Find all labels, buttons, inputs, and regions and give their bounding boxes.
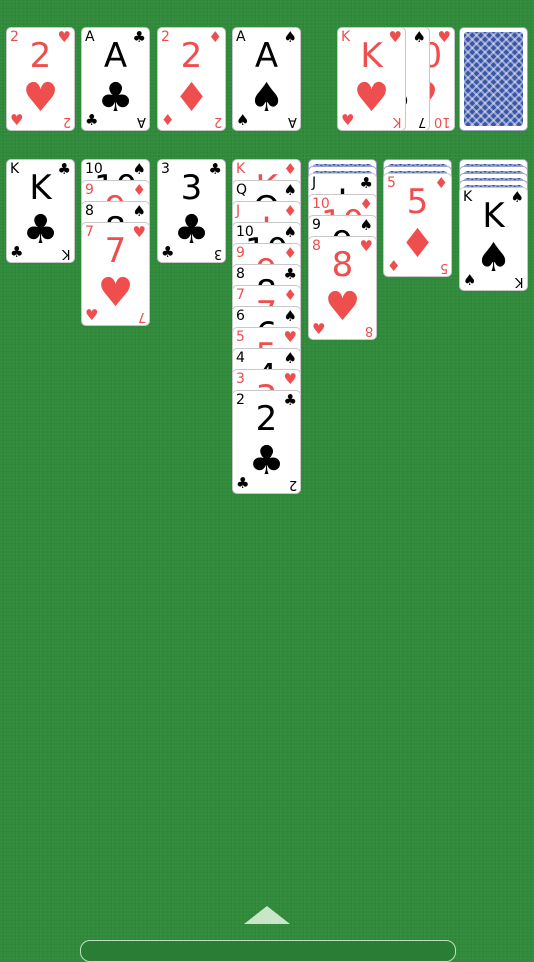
- card-suit-bottom: ♥: [10, 111, 24, 129]
- card-rank-center: 2: [180, 36, 203, 76]
- foundation-pile-1[interactable]: 2 ♥ 2 ♥ ♥ 2: [6, 27, 75, 131]
- card-suit-bottom: ♥: [341, 111, 355, 129]
- card-rank-bottom: 2: [213, 114, 222, 129]
- card-rank-bottom: 3: [213, 246, 222, 261]
- stock-pile[interactable]: [459, 27, 528, 131]
- tableau-card[interactable]: 3 ♣ 3 ♣ ♣ 3: [157, 159, 226, 263]
- card-rank-center: K: [29, 168, 52, 208]
- card-rank-center: 2: [255, 399, 278, 439]
- waste-card[interactable]: K ♥ K ♥ ♥ K: [337, 27, 406, 131]
- card-rank-bottom: K: [393, 114, 402, 129]
- card-rank-center: 8: [331, 245, 354, 285]
- card-suit-bottom: ♣: [236, 474, 250, 492]
- card-suit-bottom: ♦: [161, 111, 175, 129]
- tableau-card[interactable]: 2 ♣ 2 ♣ ♣ 2: [232, 390, 301, 494]
- tableau-card[interactable]: 7 ♥ 7 ♥ ♥ 7: [81, 222, 150, 326]
- card-suit-bottom: ♣: [161, 243, 175, 261]
- card-rank-bottom: 2: [288, 477, 297, 492]
- card-suit-bottom: ♠: [463, 271, 477, 289]
- tableau-card[interactable]: K ♠ K ♠ ♠ K: [459, 187, 528, 291]
- card-rank-center: 5: [406, 182, 429, 222]
- card-rank-center: K: [482, 196, 505, 236]
- card-rank-bottom: 8: [364, 323, 373, 338]
- tableau-card[interactable]: 5 ♦ 5 ♦ ♦ 5: [383, 173, 452, 277]
- foundation-pile-3[interactable]: 2 ♦ 2 ♦ ♦ 2: [157, 27, 226, 131]
- card-suit-bottom: ♣: [10, 243, 24, 261]
- card-rank-bottom: 10: [434, 114, 451, 129]
- card-rank-center: 2: [29, 36, 52, 76]
- card-rank-center: K: [360, 36, 383, 76]
- tableau-card[interactable]: K ♣ K ♣ ♣ K: [6, 159, 75, 263]
- card-rank-center: 3: [180, 168, 203, 208]
- card-suit-bottom: ♣: [85, 111, 99, 129]
- card-rank-bottom: A: [137, 114, 146, 129]
- foundation-pile-2[interactable]: A ♣ A ♣ ♣ A: [81, 27, 150, 131]
- card-suit-bottom: ♦: [387, 257, 401, 275]
- card-suit-bottom: ♥: [85, 306, 99, 324]
- card-suit-bottom: ♥: [312, 320, 326, 338]
- card-rank-bottom: K: [62, 246, 71, 261]
- card-rank-bottom: K: [515, 274, 524, 289]
- card-rank-bottom: 5: [439, 260, 448, 275]
- tableau-card[interactable]: 8 ♥ 8 ♥ ♥ 8: [308, 236, 377, 340]
- card-rank-center: 7: [104, 231, 127, 271]
- card-rank-center: A: [103, 36, 128, 76]
- card-rank-bottom: 2: [62, 114, 71, 129]
- show-toolbar-arrow-icon[interactable]: [244, 906, 290, 924]
- toolbar-handle[interactable]: [80, 940, 456, 962]
- card-rank-bottom: A: [288, 114, 297, 129]
- foundation-pile-4[interactable]: A ♠ A ♠ ♠ A: [232, 27, 301, 131]
- card-rank-bottom: 7: [417, 114, 426, 129]
- card-suit-bottom: ♠: [236, 111, 250, 129]
- card-rank-bottom: 7: [137, 309, 146, 324]
- card-rank-center: A: [254, 36, 279, 76]
